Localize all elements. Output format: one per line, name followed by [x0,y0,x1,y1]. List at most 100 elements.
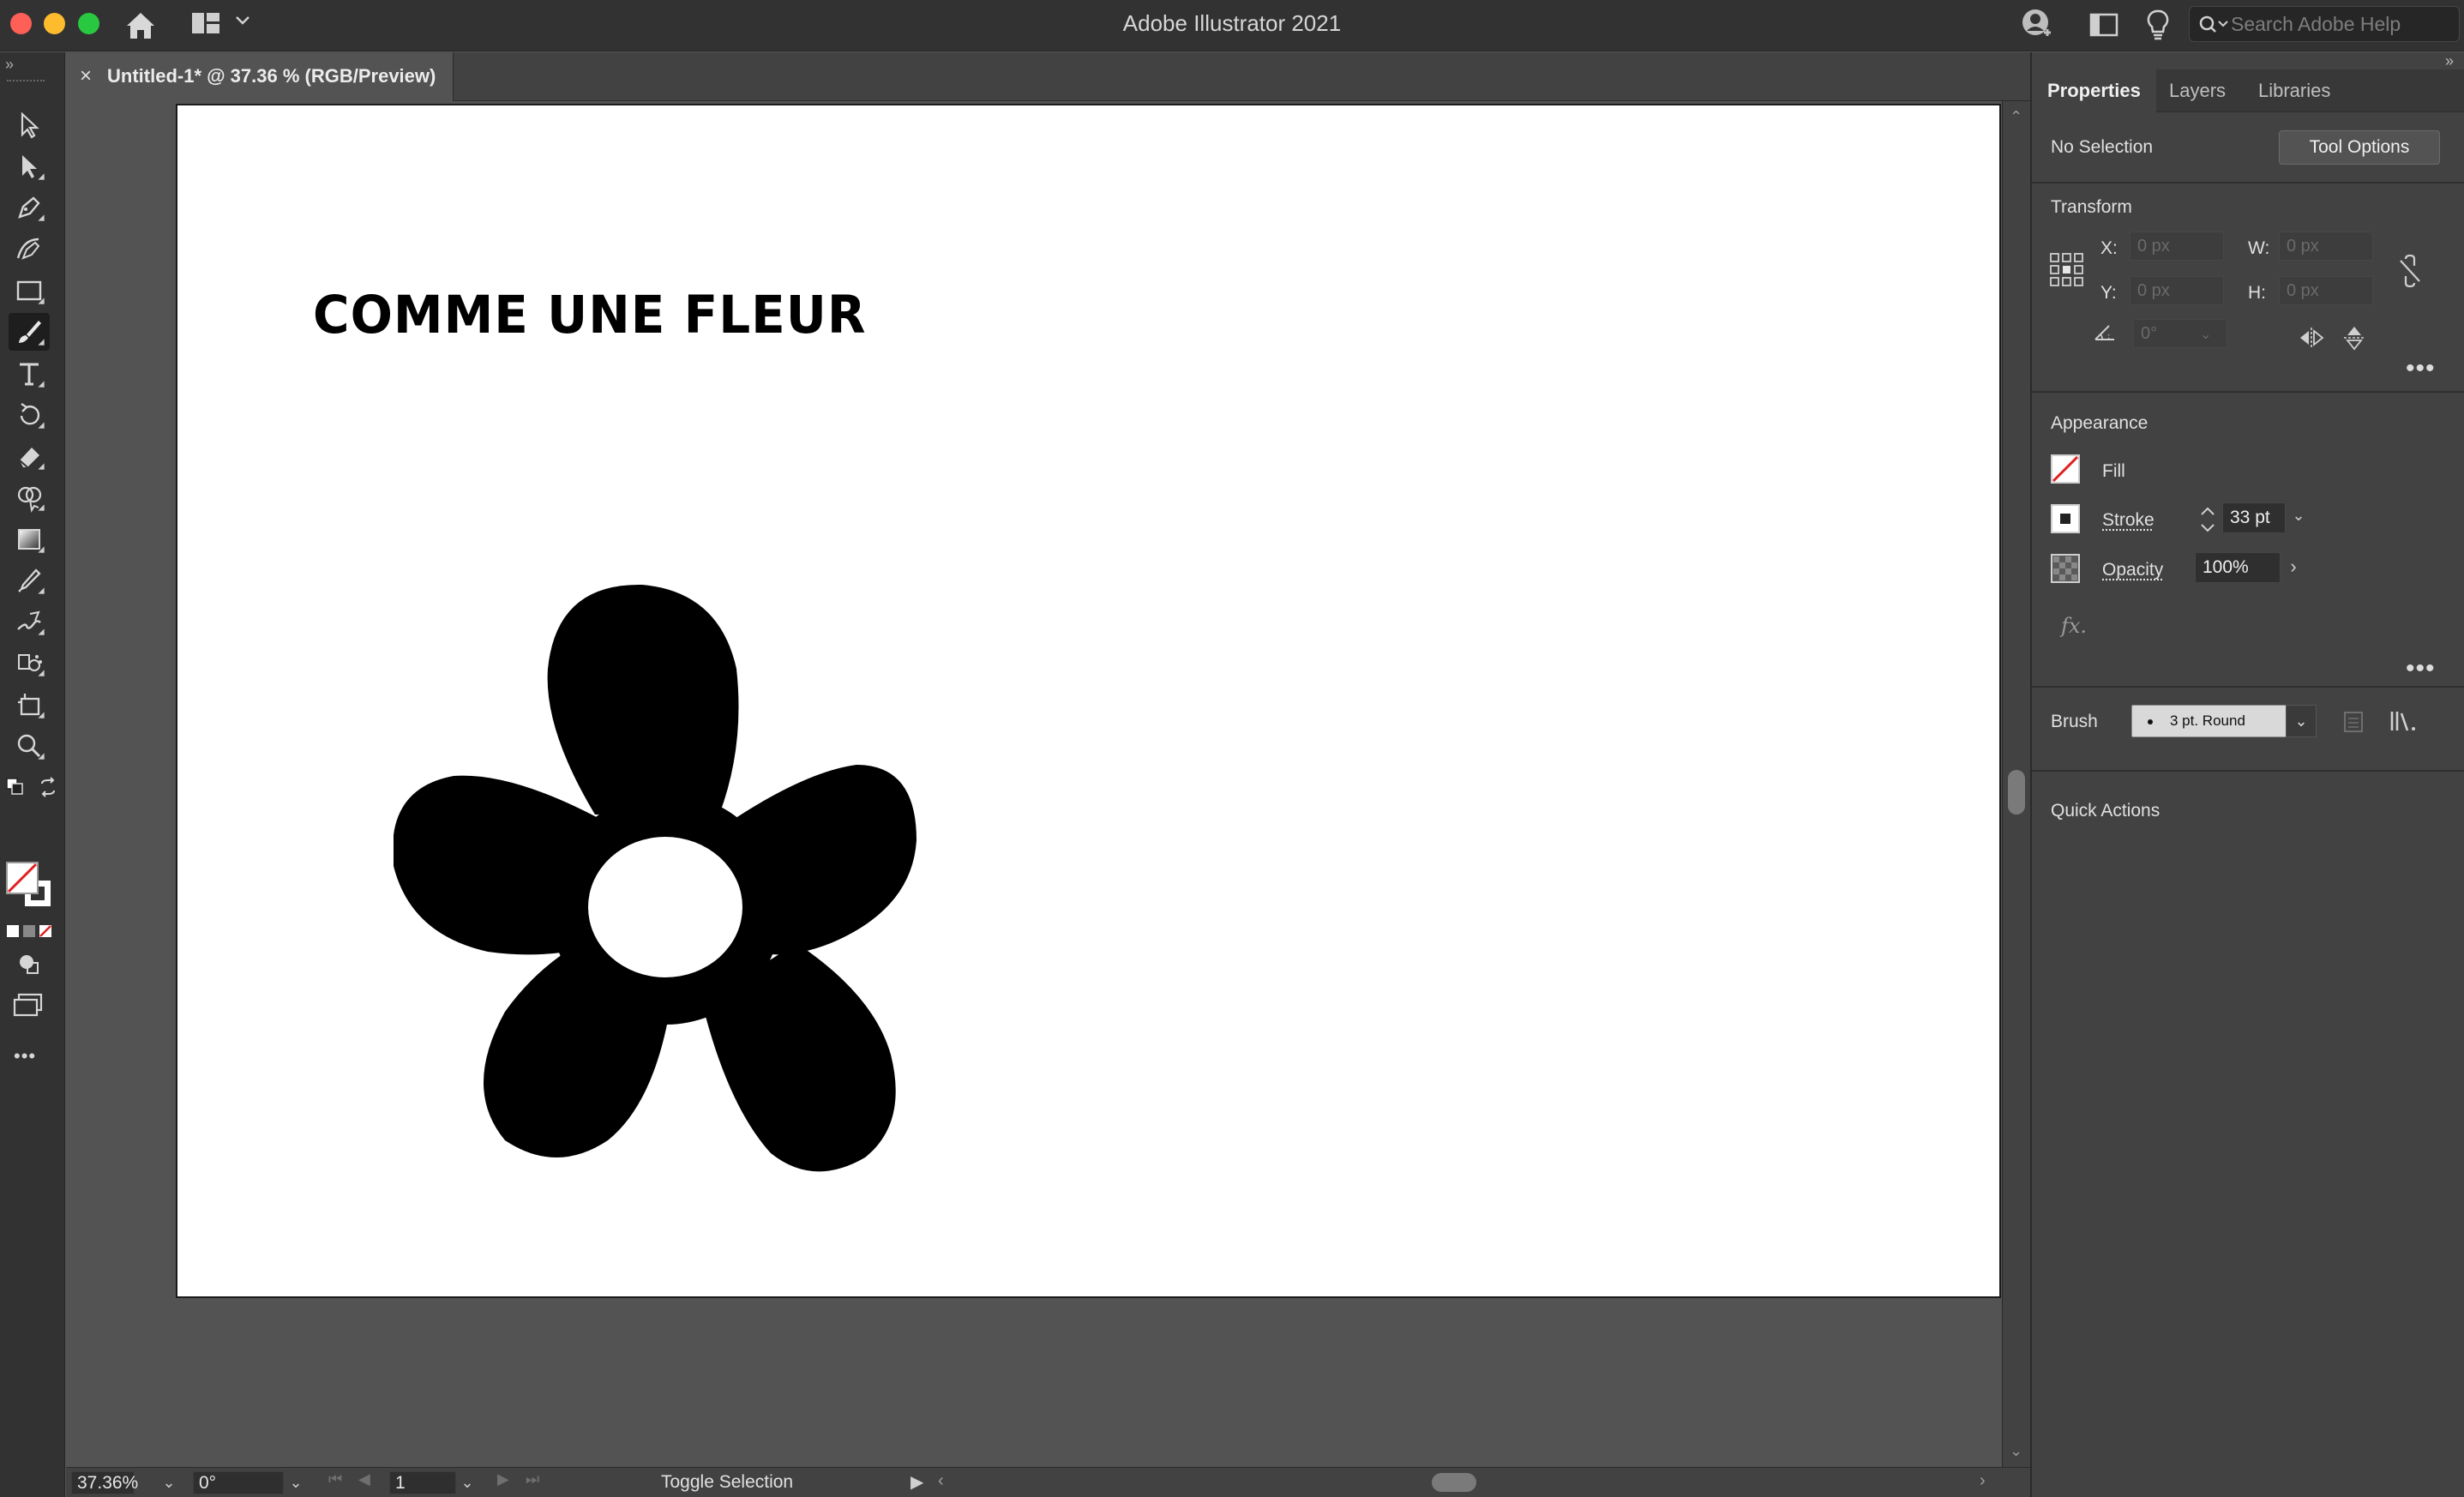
panel-collapse-button[interactable]: » [2445,52,2454,70]
appearance-heading: Appearance [2051,413,2148,433]
home-icon[interactable] [123,9,158,43]
previous-artboard-icon[interactable]: ◀ [358,1470,370,1488]
angle-icon: : [2092,321,2118,343]
flip-vertical-icon[interactable] [2341,324,2368,352]
status-menu-arrow-icon[interactable]: ▶ [910,1471,923,1493]
first-artboard-icon[interactable]: ⏮ [328,1470,342,1488]
fx-effects-button[interactable]: fx. [2061,614,2087,638]
artboard-dropdown-chevron-icon[interactable]: ⌄ [457,1471,478,1494]
status-toggle-selection-label[interactable]: Toggle Selection [661,1472,793,1493]
eraser-tool[interactable] [9,437,50,475]
transform-heading: Transform [2051,197,2132,217]
stroke-weight-field[interactable]: 33 pt [2222,502,2286,533]
curvature-tool[interactable] [9,230,50,268]
chevron-down-icon[interactable] [233,10,252,29]
flower-artwork[interactable] [394,540,994,1175]
direct-selection-tool[interactable] [9,147,50,185]
stroke-weight-chevron-icon[interactable]: ⌄ [2286,502,2311,533]
horizontal-scroll-thumb[interactable] [1432,1473,1476,1492]
artboard-number-field[interactable]: 1 [389,1471,456,1494]
last-artboard-icon[interactable]: ⏭ [526,1470,539,1488]
opacity-chevron-right-icon[interactable]: › [2281,552,2306,583]
rotation-dropdown-chevron-icon[interactable]: ⌄ [285,1471,306,1494]
workspace-switcher-icon[interactable] [190,9,221,37]
zoom-dropdown-chevron-icon[interactable]: ⌄ [159,1471,179,1494]
scroll-down-icon[interactable]: ⌄ [2010,1442,2022,1460]
h-field[interactable]: 0 px [2279,276,2373,305]
stroke-weight-stepper-icon[interactable] [2197,502,2219,537]
paintbrush-tool[interactable] [9,313,50,351]
tab-libraries[interactable]: Libraries [2243,69,2346,112]
fill-stroke-swatches[interactable] [5,861,55,911]
pen-tool[interactable] [9,189,50,226]
swap-fill-stroke-icon[interactable] [38,777,58,797]
user-account-icon[interactable] [2020,7,2054,43]
document-tab-bar: × Untitled-1* @ 37.36 % (RGB/Preview) [66,52,2030,101]
opacity-label[interactable]: Opacity [2102,560,2163,580]
selection-tool[interactable] [9,106,50,144]
appearance-more-options-icon[interactable]: ••• [2406,656,2436,682]
tab-layers[interactable]: Layers [2154,69,2241,112]
angle-chevron-icon[interactable]: ⌄ [2200,326,2211,343]
eyedropper-tool[interactable] [9,562,50,599]
vertical-scroll-thumb[interactable] [2008,770,2025,815]
color-mode-icons[interactable] [5,923,55,940]
y-field[interactable]: 0 px [2130,276,2224,305]
zoom-level-field[interactable]: 37.36% [71,1471,138,1494]
draw-mode-icon[interactable] [15,951,41,977]
type-tool[interactable] [9,355,50,393]
brush-dropdown-chevron-icon[interactable]: ⌄ [2286,705,2317,737]
stroke-label[interactable]: Stroke [2102,510,2154,531]
fill-label: Fill [2102,461,2125,481]
gradient-tool[interactable] [9,520,50,558]
blend-tool[interactable] [9,603,50,640]
artboard-tool[interactable] [9,686,50,724]
w-field[interactable]: 0 px [2279,231,2373,261]
section-divider [2032,182,2464,183]
zoom-tool[interactable] [9,727,50,765]
scroll-right-icon[interactable]: › [1980,1471,1986,1491]
transform-more-options-icon[interactable]: ••• [2406,356,2436,382]
window-close-button[interactable] [10,13,32,34]
panel-tabs: Properties Layers Libraries [2032,69,2464,112]
lightbulb-icon[interactable] [2145,8,2171,42]
search-icon [2198,14,2231,36]
arrange-documents-icon[interactable] [2089,12,2118,38]
symbol-sprayer-tool[interactable] [9,644,50,682]
opacity-swatch[interactable] [2051,554,2080,583]
angle-field[interactable]: 0° [2133,319,2227,348]
flip-horizontal-icon[interactable] [2298,324,2325,352]
scroll-up-icon[interactable]: ⌃ [2010,108,2022,126]
window-maximize-button[interactable] [78,13,99,34]
canvas[interactable]: COMME UNE FLEUR [66,101,2002,1467]
stroke-swatch[interactable] [2051,504,2080,533]
x-field[interactable]: 0 px [2130,231,2224,261]
search-input[interactable] [2231,11,2454,37]
window-minimize-button[interactable] [44,13,65,34]
next-artboard-icon[interactable]: ▶ [497,1470,509,1488]
link-proportions-icon[interactable] [2397,254,2423,288]
rotation-field[interactable]: 0° [193,1471,284,1494]
help-search-box[interactable] [2189,6,2460,42]
vertical-scrollbar[interactable]: ⌃ ⌄ [2002,101,2030,1467]
tools-panel: » ••• [0,52,65,1497]
toolbar-collapse-button[interactable]: » [5,56,14,74]
brush-libraries-icon[interactable] [2389,708,2419,734]
fill-swatch[interactable] [2051,454,2080,484]
screen-mode-icon[interactable] [12,991,45,1019]
brush-options-icon[interactable] [2342,710,2365,734]
document-tab[interactable]: × Untitled-1* @ 37.36 % (RGB/Preview) [66,52,454,101]
shape-builder-tool[interactable] [9,478,50,516]
artwork-heading-text[interactable]: COMME UNE FLEUR [313,284,867,345]
tab-properties[interactable]: Properties [2032,69,2156,112]
tool-options-button[interactable]: Tool Options [2279,130,2440,165]
default-fill-stroke-icon[interactable] [5,777,24,796]
toolbar-grip[interactable] [7,80,45,85]
rectangle-tool[interactable] [9,272,50,310]
close-icon[interactable]: × [80,64,92,88]
edit-toolbar-more-icon[interactable]: ••• [14,1045,36,1067]
scroll-left-icon[interactable]: ‹ [938,1471,944,1491]
opacity-field[interactable]: 100% [2195,552,2281,583]
rotate-tool[interactable] [9,396,50,434]
reference-point-icon[interactable] [2049,252,2085,288]
